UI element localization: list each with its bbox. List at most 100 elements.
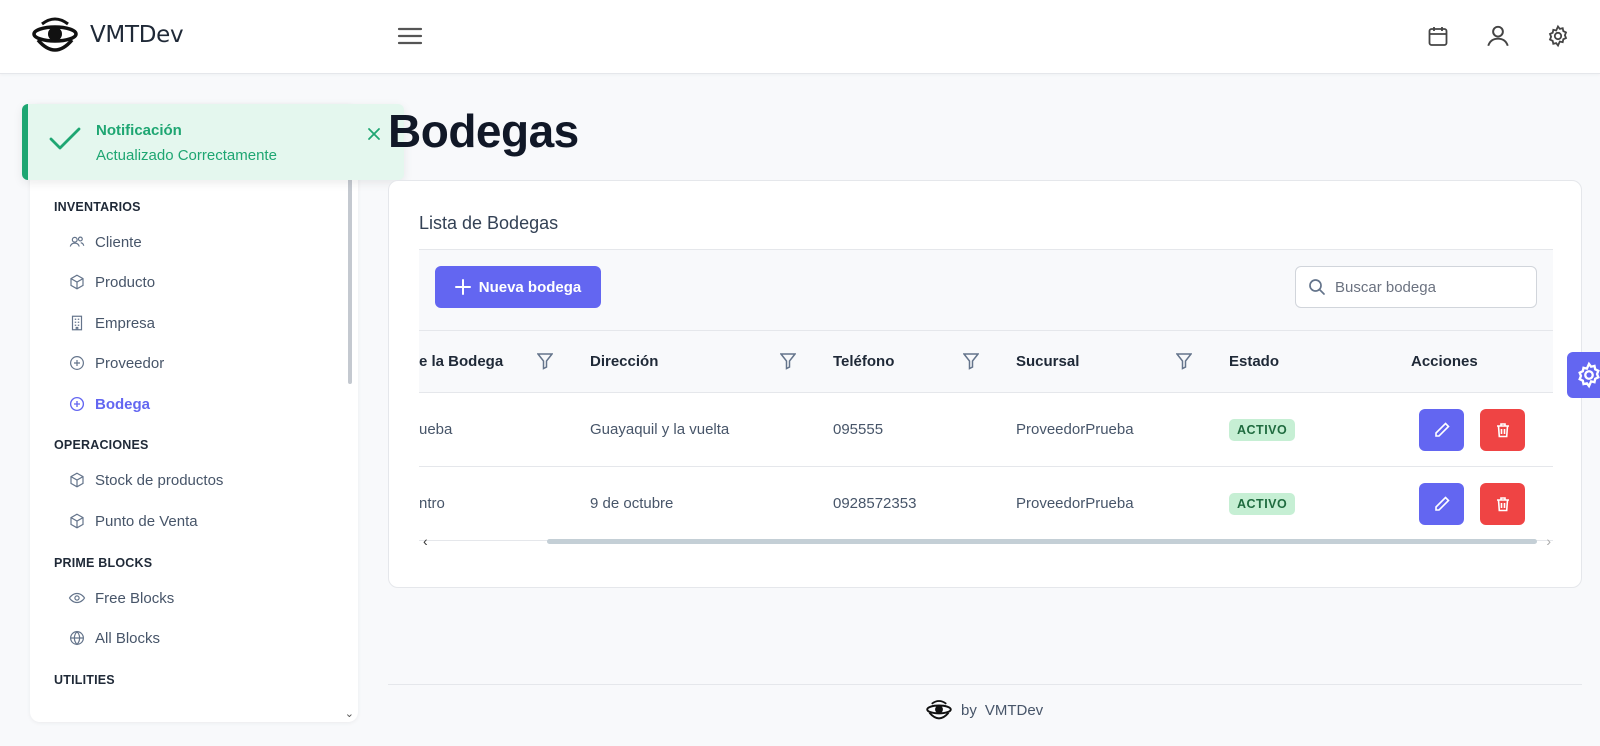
cell-nombre: ntro — [419, 495, 445, 512]
sidebar-item-stock[interactable]: Stock de productos — [68, 466, 223, 494]
search-box[interactable] — [1295, 266, 1537, 308]
user-icon — [1487, 25, 1509, 47]
sidebar-item-label: Empresa — [95, 314, 156, 332]
search-icon — [1309, 279, 1325, 295]
cell-sucursal: ProveedorPrueba — [1016, 421, 1134, 438]
horizontal-scrollbar[interactable]: ‹ › — [419, 533, 1553, 549]
filter-icon[interactable] — [1176, 352, 1192, 370]
brand-logo[interactable]: VMTDev — [30, 14, 184, 56]
notification-message: Actualizado Correctamente — [96, 147, 277, 164]
globe-icon — [70, 630, 84, 646]
sidebar-item-all-blocks[interactable]: All Blocks — [68, 624, 160, 652]
cell-direccion: Guayaquil y la vuelta — [590, 421, 730, 438]
sidebar-item-cliente[interactable]: Cliente — [68, 228, 142, 256]
filter-icon[interactable] — [963, 352, 979, 370]
status-badge: ACTIVO — [1229, 418, 1296, 441]
cell-telefono: 0928572353 — [833, 495, 917, 512]
trash-icon — [1496, 497, 1509, 512]
sidebar-item-bodega[interactable]: Bodega — [68, 390, 150, 418]
col-sucursal-header[interactable]: Sucursal — [1016, 331, 1079, 392]
calendar-button[interactable] — [1420, 20, 1456, 52]
footer-brand: VMTDev — [984, 701, 1044, 719]
table-header-row: e la Bodega Dirección Teléfono Sucursal … — [419, 331, 1553, 393]
delete-button[interactable] — [1480, 483, 1525, 525]
logo-icon — [926, 700, 952, 720]
col-telefono-header[interactable]: Teléfono — [833, 331, 894, 392]
gear-icon — [1578, 361, 1600, 389]
sidebar-item-label: Punto de Venta — [95, 512, 198, 530]
sidebar-item-label: Producto — [95, 273, 156, 291]
eye-icon — [68, 592, 86, 604]
scrollbar-thumb[interactable] — [547, 539, 1537, 544]
sidebar-item-proveedor[interactable]: Proveedor — [68, 349, 164, 377]
building-icon — [71, 315, 83, 331]
sidebar-item-empresa[interactable]: Empresa — [68, 309, 155, 337]
cell-nombre: ueba — [419, 421, 453, 438]
scroll-right-arrow[interactable]: › — [1546, 533, 1551, 549]
settings-button[interactable] — [1540, 20, 1576, 52]
section-inventarios: INVENTARIOS — [54, 200, 141, 214]
table-row: ntro 9 de octubre 0928572353 ProveedorPr… — [419, 467, 1553, 541]
plus-circle-icon — [70, 356, 84, 370]
trash-icon — [1496, 423, 1509, 438]
plus-icon — [454, 279, 471, 295]
search-input[interactable] — [1335, 278, 1525, 296]
cell-sucursal: ProveedorPrueba — [1016, 495, 1134, 512]
layout-config-button[interactable] — [1567, 352, 1600, 398]
brand-name: VMTDev — [90, 22, 184, 48]
edit-button[interactable] — [1419, 409, 1464, 451]
card-title: Lista de Bodegas — [419, 213, 559, 233]
sidebar-item-label: Free Blocks — [95, 589, 175, 607]
col-estado-header: Estado — [1229, 353, 1280, 370]
new-bodega-label: Nueva bodega — [478, 278, 582, 296]
sidebar-item-label: Proveedor — [95, 354, 165, 372]
pencil-icon — [1434, 496, 1450, 511]
notification-title: Notificación — [96, 122, 182, 139]
filter-icon[interactable] — [537, 352, 553, 370]
sidebar-item-label: Stock de productos — [95, 471, 224, 489]
delete-button[interactable] — [1480, 409, 1525, 451]
menu-toggle-button[interactable] — [392, 20, 428, 52]
filter-icon[interactable] — [780, 352, 796, 370]
box-icon — [70, 274, 84, 290]
box-icon — [70, 513, 84, 529]
hamburger-icon — [397, 27, 423, 45]
footer-by: by — [961, 701, 977, 719]
bodegas-card: Lista de Bodegas Nueva bodega e la Bodeg… — [388, 180, 1582, 588]
logo-icon — [32, 17, 78, 52]
footer: by VMTDev — [925, 698, 1043, 722]
section-operaciones: OPERACIONES — [54, 438, 149, 452]
col-nombre-header[interactable]: e la Bodega — [419, 331, 503, 392]
topbar: VMTDev — [0, 0, 1600, 74]
page-title: Bodegas — [388, 105, 579, 157]
sidebar-scrollbar[interactable] — [348, 174, 352, 384]
sidebar-item-producto[interactable]: Producto — [68, 268, 155, 296]
plus-circle-icon — [69, 396, 85, 412]
sidebar: ⌄ INVENTARIOS Cliente Producto Empresa P… — [30, 104, 358, 722]
box-icon — [70, 472, 84, 488]
gear-icon — [1548, 24, 1568, 48]
scroll-left-arrow[interactable]: ‹ — [423, 533, 428, 549]
sidebar-item-label: Bodega — [95, 395, 151, 413]
user-button[interactable] — [1480, 20, 1516, 52]
table-toolbar: Nueva bodega — [419, 249, 1553, 331]
notification-toast: Notificación Actualizado Correctamente — [22, 104, 404, 180]
table-row: ueba Guayaquil y la vuelta 095555 Provee… — [419, 393, 1553, 467]
sidebar-item-punto-venta[interactable]: Punto de Venta — [68, 507, 198, 535]
sidebar-item-label: Cliente — [95, 233, 142, 251]
close-icon[interactable] — [366, 126, 382, 142]
sidebar-item-free-blocks[interactable]: Free Blocks — [68, 584, 174, 612]
check-icon — [49, 127, 81, 150]
col-direccion-header[interactable]: Dirección — [590, 331, 658, 392]
pencil-icon — [1434, 422, 1450, 437]
new-bodega-button[interactable]: Nueva bodega — [435, 266, 601, 308]
edit-button[interactable] — [1419, 483, 1464, 525]
users-icon — [69, 236, 85, 247]
sidebar-item-label: All Blocks — [95, 629, 161, 647]
section-utilities: UTILITIES — [54, 673, 115, 687]
section-prime-blocks: PRIME BLOCKS — [54, 556, 153, 570]
calendar-icon — [1428, 27, 1448, 46]
scroll-down-arrow[interactable]: ⌄ — [345, 707, 354, 720]
footer-divider — [388, 684, 1582, 685]
cell-direccion: 9 de octubre — [590, 495, 674, 512]
